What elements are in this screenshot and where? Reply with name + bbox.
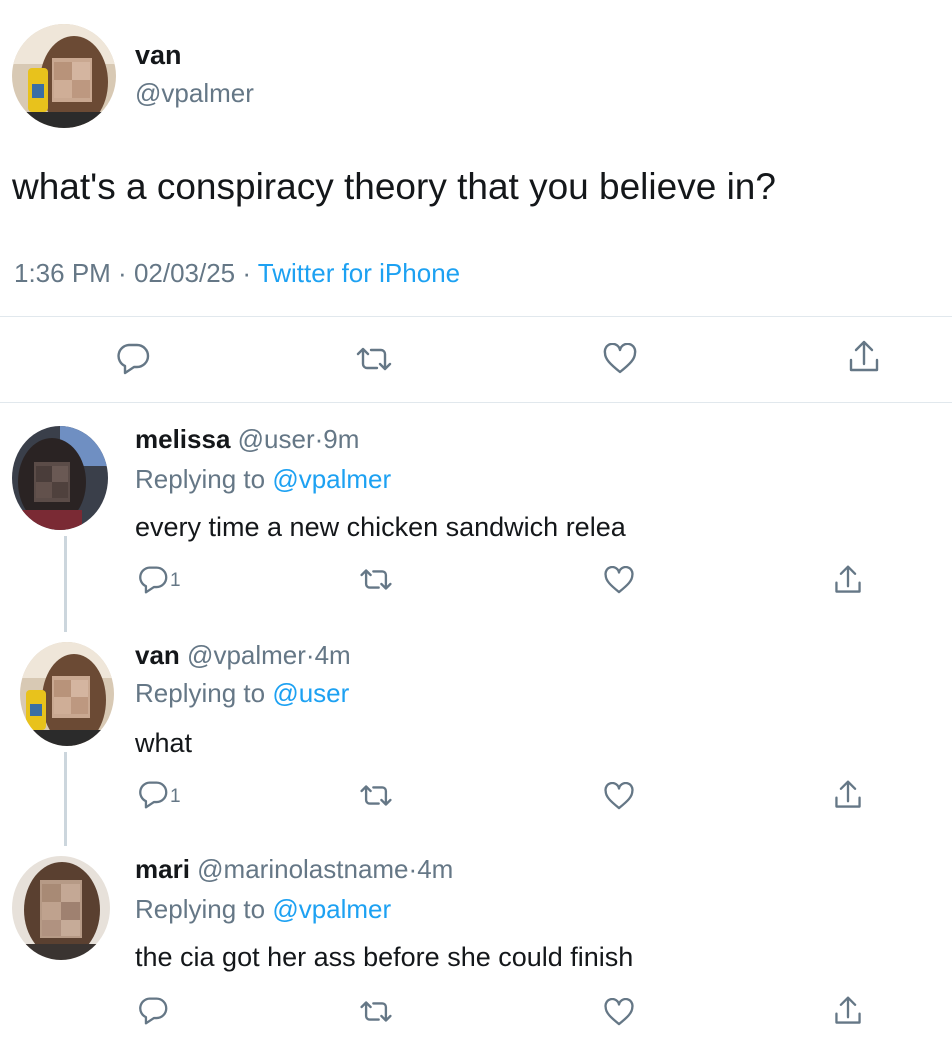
like-icon[interactable] [602, 343, 638, 375]
replying-to: Replying to @user [135, 678, 349, 709]
replying-to-link[interactable]: @vpalmer [272, 464, 391, 494]
reply-author-name[interactable]: mari [135, 854, 190, 884]
reply-author-name[interactable]: melissa [135, 424, 230, 454]
reply-header: melissa @user·9m [135, 424, 359, 455]
replying-to-link[interactable]: @user [272, 678, 349, 708]
retweet-icon[interactable] [354, 344, 394, 374]
share-icon[interactable] [832, 994, 864, 1028]
reply-icon[interactable] [115, 342, 151, 376]
meta-separator: · [235, 258, 258, 288]
author-name[interactable]: van [135, 40, 182, 71]
author-handle[interactable]: @vpalmer [135, 78, 254, 109]
retweet-icon[interactable] [358, 566, 394, 593]
reply-author-name[interactable]: van [135, 640, 180, 670]
reply-count: 1 [170, 570, 181, 591]
share-icon[interactable] [832, 563, 864, 597]
reply-avatar[interactable] [12, 856, 110, 960]
divider [0, 402, 952, 403]
reply-author-handle[interactable]: @user [238, 424, 315, 454]
tweet-text: what's a conspiracy theory that you beli… [12, 166, 776, 207]
reply-avatar[interactable] [12, 426, 108, 530]
reply-header: van @vpalmer·4m [135, 640, 351, 671]
reply-icon[interactable] [137, 780, 169, 810]
replying-to-label: Replying to [135, 464, 266, 494]
reply-time: 4m [417, 854, 454, 884]
tweet-time: 1:36 PM [14, 258, 111, 288]
thread-line [64, 752, 67, 846]
reply-author-handle[interactable]: @marinolastname [197, 854, 408, 884]
replying-to: Replying to @vpalmer [135, 464, 391, 495]
reply-avatar[interactable] [20, 642, 114, 746]
retweet-icon[interactable] [358, 998, 394, 1025]
reply-count: 1 [170, 786, 181, 807]
meta-separator: · [408, 854, 418, 884]
replying-to: Replying to @vpalmer [135, 894, 391, 925]
replying-to-label: Replying to [135, 894, 266, 924]
meta-separator: · [314, 424, 324, 454]
reply-header: mari @marinolastname·4m [135, 854, 453, 885]
like-icon[interactable] [603, 998, 635, 1027]
replying-to-label: Replying to [135, 678, 266, 708]
divider [0, 316, 952, 317]
reply-time: 4m [314, 640, 351, 670]
tweet-date: 02/03/25 [133, 258, 236, 288]
like-icon[interactable] [603, 782, 635, 811]
reply-text: the cia got her ass before she could fin… [135, 942, 634, 972]
reply-author-handle[interactable]: @vpalmer [187, 640, 306, 670]
share-icon[interactable] [846, 338, 882, 376]
replying-to-link[interactable]: @vpalmer [272, 894, 391, 924]
tweet-source-link[interactable]: Twitter for iPhone [258, 258, 460, 288]
reply-icon[interactable] [137, 996, 169, 1026]
like-icon[interactable] [603, 566, 635, 595]
thread-line [64, 536, 67, 632]
reply-text: every time a new chicken sandwich relea [135, 512, 626, 542]
tweet-meta: 1:36 PM · 02/03/25 · Twitter for iPhone [14, 258, 460, 289]
reply-time: 9m [323, 424, 360, 454]
author-avatar[interactable] [12, 24, 116, 128]
meta-separator: · [110, 258, 134, 288]
retweet-icon[interactable] [358, 782, 394, 809]
meta-separator: · [305, 640, 315, 670]
reply-text: what [135, 728, 193, 758]
share-icon[interactable] [832, 778, 864, 812]
reply-icon[interactable] [137, 565, 169, 595]
